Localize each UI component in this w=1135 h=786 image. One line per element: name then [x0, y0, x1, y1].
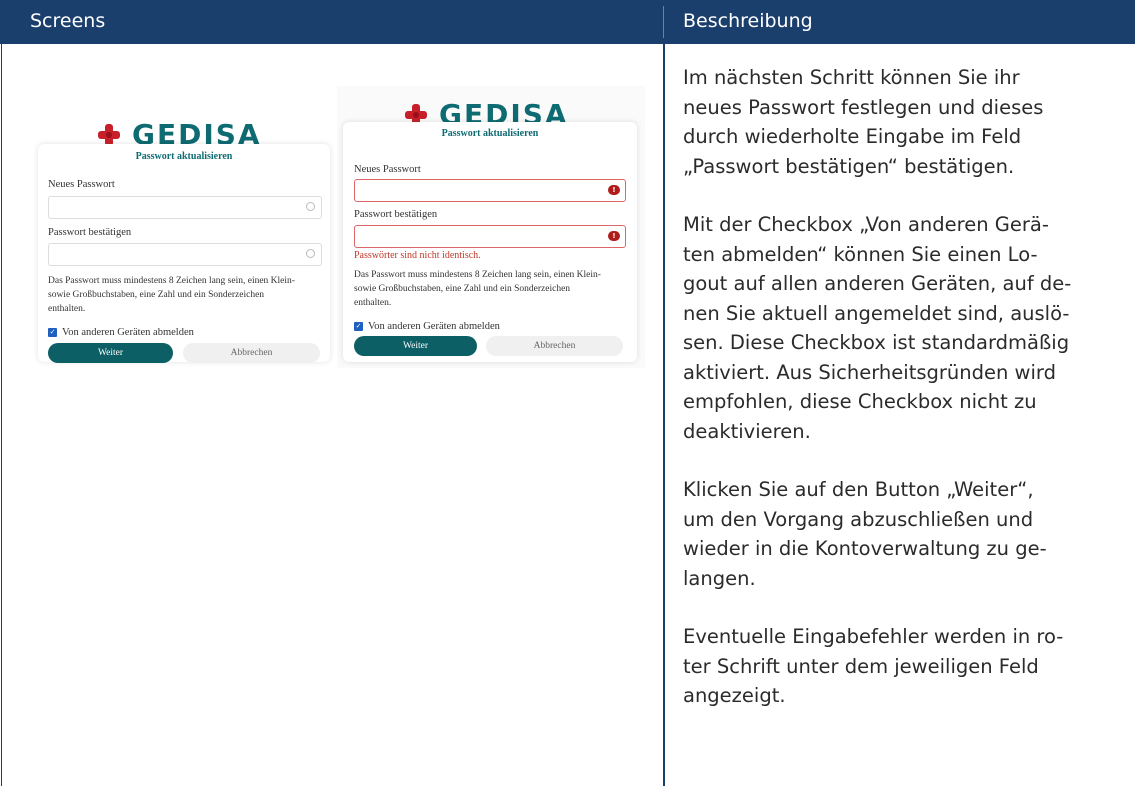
column-divider: [663, 44, 665, 786]
new-password-label: Neues Passwort: [48, 179, 115, 190]
checkbox-checked-icon[interactable]: ✓: [48, 328, 57, 337]
password-hint: Das Passwort muss mindestens 8 Zeichen l…: [48, 276, 295, 314]
error-icon: !: [608, 185, 620, 195]
table-border-left: [1, 44, 2, 786]
password-hint: Das Passwort muss mindestens 8 Zeichen l…: [354, 270, 601, 308]
description-text: Im nächsten Schritt können Sie ihr neues…: [683, 63, 1133, 740]
new-password-label: Neues Passwort: [354, 164, 421, 175]
checkbox-label: Von anderen Geräten abmelden: [368, 321, 500, 332]
continue-button[interactable]: Weiter: [48, 343, 173, 363]
confirm-password-label: Passwort bestätigen: [48, 227, 132, 238]
column-header-description: Beschreibung: [683, 10, 813, 32]
logout-other-devices-checkbox[interactable]: ✓ Von anderen Geräten abmelden: [354, 321, 500, 332]
new-password-input[interactable]: [48, 196, 322, 219]
screenshot-1: GEDISA Passwort aktualisieren Neues Pass…: [30, 106, 336, 368]
cancel-button[interactable]: Abbrechen: [183, 343, 320, 363]
cancel-button[interactable]: Abbrechen: [486, 336, 623, 356]
eye-icon[interactable]: [306, 249, 315, 258]
card-title: Passwort aktualisieren: [441, 128, 539, 139]
confirm-password-label: Passwort bestätigen: [354, 209, 438, 220]
description-paragraph: Im nächsten Schritt können Sie ihr neues…: [683, 66, 1044, 178]
description-paragraph: Klicken Sie auf den Button „Weiter“, um …: [683, 478, 1047, 590]
description-paragraph: Eventuelle Eingabefehler werden in ro- t…: [683, 625, 1064, 707]
confirm-password-input[interactable]: !: [354, 225, 626, 248]
table-header: Screens Beschreibung: [0, 0, 1135, 44]
new-password-input[interactable]: !: [354, 179, 626, 202]
column-header-screens: Screens: [30, 10, 106, 32]
password-mismatch-error: Passwörter sind nicht identisch.: [354, 250, 481, 261]
continue-button[interactable]: Weiter: [354, 336, 477, 356]
error-icon: !: [608, 231, 620, 241]
header-divider: [663, 6, 664, 38]
description-paragraph: Mit der Checkbox „Von anderen Gerä- ten …: [683, 213, 1072, 443]
checkbox-checked-icon[interactable]: ✓: [354, 322, 363, 331]
eye-icon[interactable]: [306, 202, 315, 211]
confirm-password-input[interactable]: [48, 243, 322, 266]
password-update-card: Passwort aktualisieren Neues Passwort ! …: [343, 122, 637, 362]
card-title: Passwort aktualisieren: [135, 151, 233, 162]
logout-other-devices-checkbox[interactable]: ✓ Von anderen Geräten abmelden: [48, 327, 194, 338]
checkbox-label: Von anderen Geräten abmelden: [62, 327, 194, 338]
password-update-card: Passwort aktualisieren Neues Passwort Pa…: [38, 144, 330, 363]
screenshot-2: GEDISA Passwort aktualisieren Neues Pass…: [337, 86, 645, 368]
